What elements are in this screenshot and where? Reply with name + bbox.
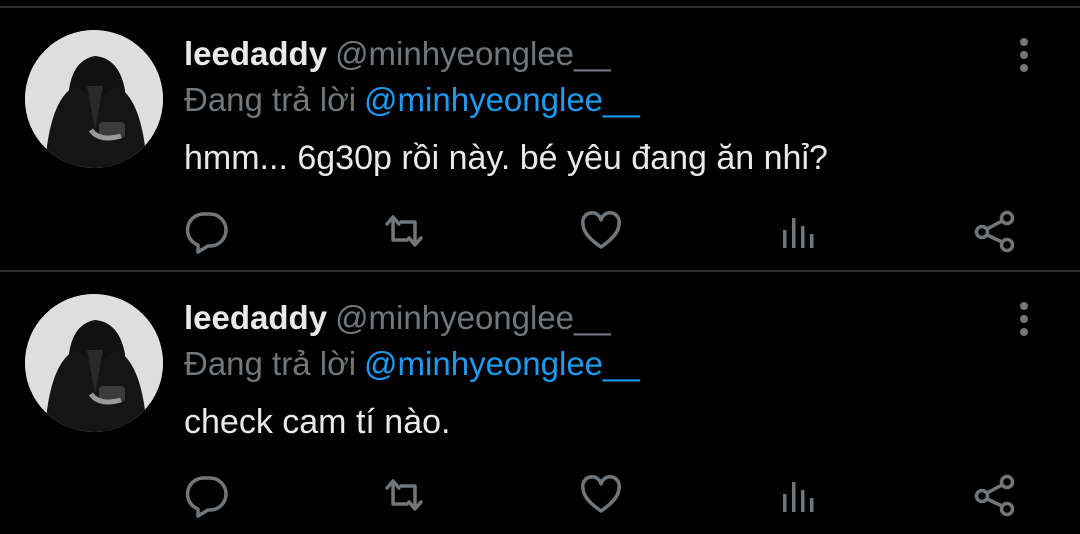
reply-icon[interactable]	[184, 208, 230, 254]
reply-prefix: Đang trả lời	[184, 81, 357, 118]
analytics-icon[interactable]	[775, 208, 821, 254]
action-bar	[0, 208, 1080, 254]
tweet-header: leedaddy @minhyeonglee__	[184, 34, 611, 74]
reply-icon[interactable]	[184, 472, 230, 518]
tweet-text: check cam tí nào.	[184, 403, 451, 441]
tweet-header: leedaddy @minhyeonglee__	[184, 298, 611, 338]
retweet-icon[interactable]	[381, 472, 427, 518]
avatar[interactable]	[25, 30, 163, 168]
replying-to-line: Đang trả lời @minhyeonglee__	[184, 80, 640, 120]
share-icon[interactable]	[972, 472, 1018, 518]
share-icon[interactable]	[972, 208, 1018, 254]
display-name[interactable]: leedaddy	[184, 299, 327, 336]
action-bar	[0, 472, 1080, 518]
more-vertical-icon[interactable]	[1010, 36, 1038, 74]
tweet[interactable]: leedaddy @minhyeonglee__ Đang trả lời @min…	[0, 8, 1080, 270]
retweet-icon[interactable]	[381, 208, 427, 254]
heart-icon[interactable]	[578, 472, 624, 518]
more-vertical-icon[interactable]	[1010, 300, 1038, 338]
display-name[interactable]: leedaddy	[184, 35, 327, 72]
avatar[interactable]	[25, 294, 163, 432]
tweet[interactable]: leedaddy @minhyeonglee__ Đang trả lời @min…	[0, 272, 1080, 534]
tweet-text: hmm... 6g30p rồi này. bé yêu đang ăn nhỉ…	[184, 139, 828, 177]
analytics-icon[interactable]	[775, 472, 821, 518]
reply-prefix: Đang trả lời	[184, 345, 357, 382]
user-handle[interactable]: @minhyeonglee__	[335, 299, 611, 336]
user-handle[interactable]: @minhyeonglee__	[335, 35, 611, 72]
heart-icon[interactable]	[578, 208, 624, 254]
reply-mention-link[interactable]: @minhyeonglee__	[364, 81, 640, 118]
reply-mention-link[interactable]: @minhyeonglee__	[364, 345, 640, 382]
replying-to-line: Đang trả lời @minhyeonglee__	[184, 344, 640, 384]
